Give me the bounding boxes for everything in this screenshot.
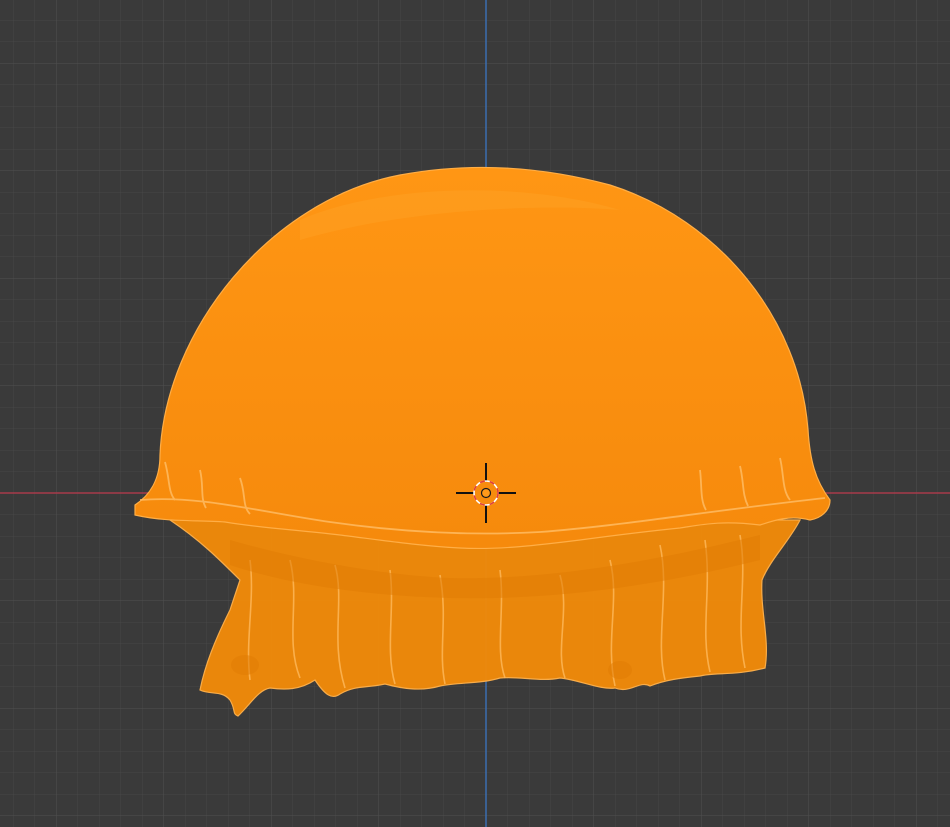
viewport-canvas[interactable] <box>0 0 950 827</box>
object-origin-icon <box>480 487 492 499</box>
3d-viewport[interactable] <box>0 0 950 827</box>
